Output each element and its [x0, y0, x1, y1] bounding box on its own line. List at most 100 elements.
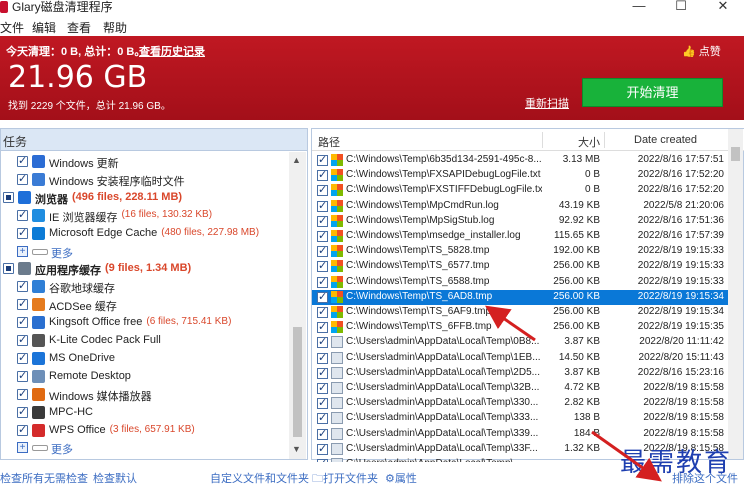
check-all-link[interactable]: 检查所有: [0, 470, 44, 486]
task-checkbox[interactable]: [17, 387, 28, 400]
file-row[interactable]: C:\Windows\Temp\TS_5828.tmp 192.00 KB 2022…: [312, 244, 729, 259]
tree-row[interactable]: MS OneDrive: [1, 350, 291, 368]
file-row[interactable]: C:\Users\admin\AppData\Local\Temp\2D5...…: [312, 366, 729, 381]
task-checkbox[interactable]: [17, 351, 28, 364]
file-checkbox[interactable]: [317, 153, 328, 166]
properties-link[interactable]: ⚙属性: [385, 470, 417, 486]
tree-row[interactable]: IE 浏览器缓存(16 files, 130.32 KB): [1, 207, 291, 225]
check-default-link[interactable]: 检查默认: [93, 470, 137, 486]
tree-more-row[interactable]: + 更多: [1, 439, 291, 457]
file-checkbox[interactable]: [317, 199, 328, 212]
file-checkbox[interactable]: [317, 320, 328, 334]
rescan-link[interactable]: 重新扫描: [525, 95, 569, 111]
task-checkbox[interactable]: [17, 297, 28, 311]
file-checkbox[interactable]: [317, 396, 328, 410]
file-checkbox[interactable]: [317, 214, 328, 227]
file-checkbox[interactable]: [317, 259, 328, 273]
scroll-up-icon[interactable]: ▲: [292, 155, 301, 165]
file-row[interactable]: C:\Windows\Temp\TS_6577.tmp 256.00 KB 2022…: [312, 259, 729, 274]
file-checkbox[interactable]: [317, 335, 328, 349]
file-row[interactable]: C:\Windows\Temp\MpCmdRun.log 43.19 KB 2022…: [312, 199, 729, 214]
scroll-down-icon[interactable]: ▼: [292, 444, 301, 454]
tree-row[interactable]: 应用程序缓存 (9 files, 1.34 MB): [1, 260, 291, 278]
menu-file[interactable]: 文件: [0, 19, 24, 36]
maximize-button[interactable]: ☐: [666, 0, 696, 16]
task-checkbox[interactable]: [17, 315, 28, 329]
like-button[interactable]: 👍 点赞: [682, 43, 721, 59]
file-checkbox[interactable]: [317, 411, 328, 425]
task-checkbox[interactable]: [17, 154, 28, 167]
tree-row[interactable]: MPC-HC: [1, 404, 291, 422]
column-divider[interactable]: [542, 132, 543, 148]
file-row[interactable]: C:\Windows\Temp\TS_6AF9.tmp 256.00 KB 2022…: [312, 305, 729, 320]
task-checkbox[interactable]: [17, 208, 28, 221]
file-checkbox[interactable]: [317, 183, 328, 197]
history-link[interactable]: 查看历史记录: [139, 43, 205, 59]
tree-row[interactable]: Windows 更新: [1, 153, 291, 171]
file-row[interactable]: C:\Windows\Temp\TS_6AD8.tmp 256.00 KB 2022…: [312, 289, 729, 305]
file-checkbox[interactable]: [317, 275, 328, 288]
tree-row[interactable]: Windows 安装程序临时文件: [1, 171, 291, 189]
task-checkbox[interactable]: [17, 172, 28, 185]
tree-row[interactable]: Remote Desktop: [1, 368, 291, 386]
no-check-link[interactable]: 无需检查: [44, 470, 88, 486]
file-checkbox[interactable]: [317, 305, 328, 318]
file-checkbox[interactable]: [317, 442, 328, 455]
tree-row[interactable]: Kingsoft Office free(6 files, 715.41 KB): [1, 314, 291, 332]
file-row[interactable]: C:\Users\admin\AppData\Local\Temp\32B...…: [312, 381, 729, 396]
file-row[interactable]: C:\Windows\Temp\FXSAPIDebugLogFile.txt 0 …: [312, 168, 729, 183]
tree-row[interactable]: 浏览器 (496 files, 228.11 MB): [1, 189, 291, 207]
task-scrollbar[interactable]: ▲ ▼: [289, 152, 306, 459]
file-checkbox[interactable]: [317, 244, 328, 258]
tree-more-row[interactable]: + 更多: [1, 243, 291, 261]
task-checkbox[interactable]: [17, 423, 28, 436]
file-row[interactable]: C:\Users\admin\AppData\Local\Temp\1EB...…: [312, 351, 729, 366]
task-checkbox[interactable]: [17, 226, 28, 239]
task-checkbox[interactable]: [3, 263, 14, 275]
open-folder-link[interactable]: 🗀打开文件夹: [312, 470, 378, 489]
file-row[interactable]: C:\Users\admin\AppData\Local\Temp\330...…: [312, 396, 729, 411]
tree-row[interactable]: WPS Office(3 files, 657.91 KB): [1, 422, 291, 440]
start-clean-button[interactable]: 开始清理: [582, 78, 723, 107]
task-checkbox[interactable]: [17, 333, 28, 346]
task-checkbox[interactable]: [3, 191, 14, 203]
tree-row[interactable]: 谷歌地球缓存: [1, 278, 291, 296]
file-row[interactable]: C:\Windows\Temp\TS_6FFB.tmp 256.00 KB 2022…: [312, 320, 729, 335]
menu-edit[interactable]: 编辑: [32, 19, 56, 36]
minimize-button[interactable]: —: [624, 0, 654, 16]
file-scroll-thumb[interactable]: [731, 147, 740, 161]
file-row[interactable]: C:\Windows\Temp\MpSigStub.log 92.92 KB 202…: [312, 214, 729, 229]
column-divider[interactable]: [604, 132, 605, 148]
scroll-thumb[interactable]: [293, 327, 302, 437]
column-path[interactable]: 路径: [318, 134, 340, 150]
expand-icon[interactable]: +: [17, 245, 28, 257]
file-checkbox[interactable]: [317, 381, 328, 394]
tree-row[interactable]: Microsoft Edge Cache(480 files, 227.98 M…: [1, 225, 291, 243]
file-scrollbar[interactable]: [728, 129, 743, 459]
file-checkbox[interactable]: [317, 290, 328, 303]
task-checkbox[interactable]: [17, 369, 28, 382]
task-checkbox[interactable]: [17, 279, 28, 293]
tree-row[interactable]: Windows 媒体播放器: [1, 386, 291, 404]
file-row[interactable]: C:\Windows\Temp\msedge_installer.log 115.…: [312, 229, 729, 244]
file-checkbox[interactable]: [317, 229, 328, 242]
more-link[interactable]: 更多: [51, 245, 73, 261]
file-row[interactable]: C:\Windows\Temp\FXSTIFFDebugLogFile.txt 0…: [312, 183, 729, 198]
column-date[interactable]: Date created: [634, 134, 697, 146]
custom-files-link[interactable]: 自定义文件和文件夹: [210, 470, 309, 486]
file-row[interactable]: C:\Users\admin\AppData\Local\Temp\0B8...…: [312, 335, 729, 350]
file-row[interactable]: C:\Users\admin\AppData\Local\Temp\339...…: [312, 427, 729, 442]
more-link[interactable]: 更多: [51, 441, 73, 457]
file-checkbox[interactable]: [317, 427, 328, 440]
file-checkbox[interactable]: [317, 168, 328, 182]
file-checkbox[interactable]: [317, 351, 328, 364]
task-checkbox[interactable]: [17, 405, 28, 418]
tree-row[interactable]: ACDSee 缓存: [1, 296, 291, 314]
close-button[interactable]: ✕: [708, 0, 738, 16]
file-checkbox[interactable]: [317, 366, 328, 379]
tree-row[interactable]: K-Lite Codec Pack Full: [1, 332, 291, 350]
file-row[interactable]: C:\Windows\Temp\6b35d134-2591-495c-8... 3…: [312, 153, 729, 168]
file-row[interactable]: C:\Users\admin\AppData\Local\Temp\333...…: [312, 411, 729, 426]
menu-help[interactable]: 帮助: [103, 19, 127, 36]
file-row[interactable]: C:\Windows\Temp\TS_6588.tmp 256.00 KB 2022…: [312, 275, 729, 290]
